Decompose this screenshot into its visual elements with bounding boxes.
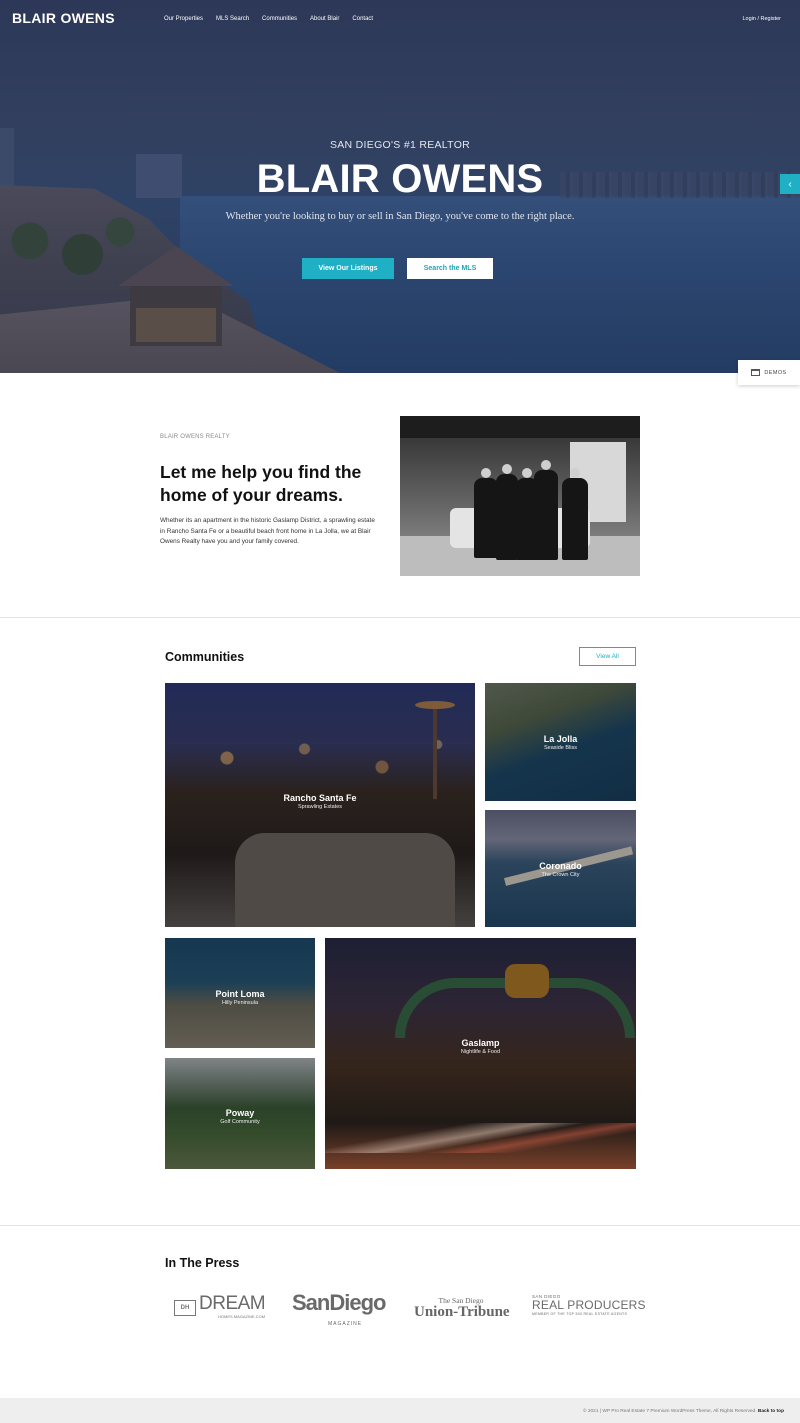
hero-subtitle: Whether you're looking to buy or sell in… [225, 211, 575, 222]
san-diego-sub: MAGAZINE [328, 1321, 363, 1327]
nav-mls-search[interactable]: MLS Search [216, 16, 249, 22]
community-tagline: Sprawling Estates [297, 804, 343, 810]
site-footer: © 2021 | WP Pro Real Estate 7 Premium Wo… [0, 1398, 800, 1423]
union-tribune-logo[interactable]: The San Diego Union-Tribune [414, 1296, 510, 1320]
san-diego-magazine-logo[interactable]: SanDiego MAGAZINE [292, 1290, 386, 1328]
calendar-icon [751, 369, 761, 376]
community-tagline: Nightlife & Food [460, 1049, 501, 1055]
nav-about-blair[interactable]: About Blair [310, 16, 339, 22]
tile-label: Gaslamp Nightlife & Food [325, 1038, 636, 1055]
san-diego-word: SanDiego [292, 1290, 386, 1315]
tile-label: Coronado The Crown City [485, 861, 636, 878]
communities-title: Communities [165, 650, 245, 664]
back-to-top-link[interactable]: Back to top [758, 1409, 784, 1414]
dream-homes-logo[interactable]: DH DREAM HOMES MAGAZINE.COM [174, 1293, 266, 1319]
tile-label: La Jolla Seaside Bliss [485, 734, 636, 751]
community-name: Rancho Santa Fe [283, 793, 357, 803]
real-producers-name: REAL PRODUCERS [532, 1298, 646, 1312]
dream-homes-sub: HOMES MAGAZINE.COM [218, 1314, 266, 1319]
community-tagline: Seaside Bliss [543, 745, 578, 751]
community-tile-poway[interactable]: Poway Golf Community [165, 1058, 315, 1169]
nav-communities[interactable]: Communities [262, 16, 297, 22]
dream-homes-wordmark: DREAM HOMES MAGAZINE.COM [199, 1293, 266, 1319]
community-tile-la-jolla[interactable]: La Jolla Seaside Bliss [485, 683, 636, 801]
section-divider [0, 617, 800, 618]
about-kicker: BLAIR OWENS REALTY [160, 434, 230, 440]
main-nav: Our Properties MLS Search Communities Ab… [164, 16, 373, 22]
about-title: Let me help you find the home of your dr… [160, 462, 362, 505]
photo-person [496, 474, 518, 560]
photo-ceiling [400, 416, 640, 438]
demos-button[interactable]: DEMOS [738, 360, 800, 385]
tile-label: Poway Golf Community [165, 1108, 315, 1125]
community-tagline: Golf Community [220, 1119, 260, 1125]
real-producers-tagline: MEMBER OF THE TOP 500 REAL ESTATE AGENTS [532, 1312, 628, 1316]
hero-kicker: SAN DIEGO'S #1 REALTOR [329, 139, 471, 151]
photo-person-head [481, 468, 491, 478]
community-name: Point Loma [215, 989, 265, 999]
photo-person [562, 478, 588, 560]
community-tile-point-loma[interactable]: Point Loma Hilly Peninsula [165, 938, 315, 1048]
search-mls-button[interactable]: Search the MLS [407, 258, 493, 279]
community-tagline: The Crown City [541, 872, 580, 878]
photo-person [534, 470, 558, 560]
site-logo[interactable]: BLAIR OWENS [12, 10, 115, 26]
chevron-left-icon[interactable]: ‹ [780, 174, 800, 194]
community-name: Poway [225, 1108, 255, 1118]
community-tagline: Hilly Peninsula [221, 1000, 259, 1006]
community-tile-coronado[interactable]: Coronado The Crown City [485, 810, 636, 927]
view-listings-button[interactable]: View Our Listings [302, 258, 394, 279]
community-name: La Jolla [543, 734, 578, 744]
community-name: Gaslamp [461, 1038, 500, 1048]
dream-homes-mark: DH [174, 1299, 196, 1316]
community-tile-rancho-santa-fe[interactable]: Rancho Santa Fe Sprawling Estates [165, 683, 475, 927]
tile-label: Rancho Santa Fe Sprawling Estates [165, 793, 475, 810]
hero-gazebo [130, 286, 222, 346]
real-producers-logo[interactable]: SAN DIEGO REAL PRODUCERS MEMBER OF THE T… [532, 1294, 646, 1316]
photo-person-head [522, 468, 532, 478]
dream-homes-word: DREAM [199, 1293, 266, 1314]
team-photo [400, 416, 640, 576]
press-title: In The Press [165, 1256, 240, 1270]
photo-person-head [570, 468, 580, 478]
photo-person-head [541, 460, 551, 470]
union-tribune-bottom: Union-Tribune [414, 1304, 510, 1320]
footer-text: © 2021 | WP Pro Real Estate 7 Premium Wo… [583, 1409, 784, 1414]
hero-title: BLAIR OWENS [256, 157, 544, 201]
section-divider [0, 1225, 800, 1226]
photo-person [474, 478, 498, 558]
nav-our-properties[interactable]: Our Properties [164, 16, 203, 22]
view-all-button[interactable]: View All [579, 647, 636, 666]
nav-contact[interactable]: Contact [352, 16, 373, 22]
login-register-link[interactable]: Login / Register [742, 16, 781, 22]
about-text: Whether its an apartment in the historic… [160, 517, 375, 545]
photo-person-head [502, 464, 512, 474]
footer-copyright: © 2021 | WP Pro Real Estate 7 Premium Wo… [582, 1409, 757, 1414]
tile-label: Point Loma Hilly Peninsula [165, 989, 315, 1006]
demos-label: DEMOS [764, 369, 787, 376]
hero-section: BLAIR OWENS Our Properties MLS Search Co… [0, 0, 800, 373]
community-name: Coronado [539, 861, 582, 871]
community-tile-gaslamp[interactable]: Gaslamp Nightlife & Food [325, 938, 636, 1169]
